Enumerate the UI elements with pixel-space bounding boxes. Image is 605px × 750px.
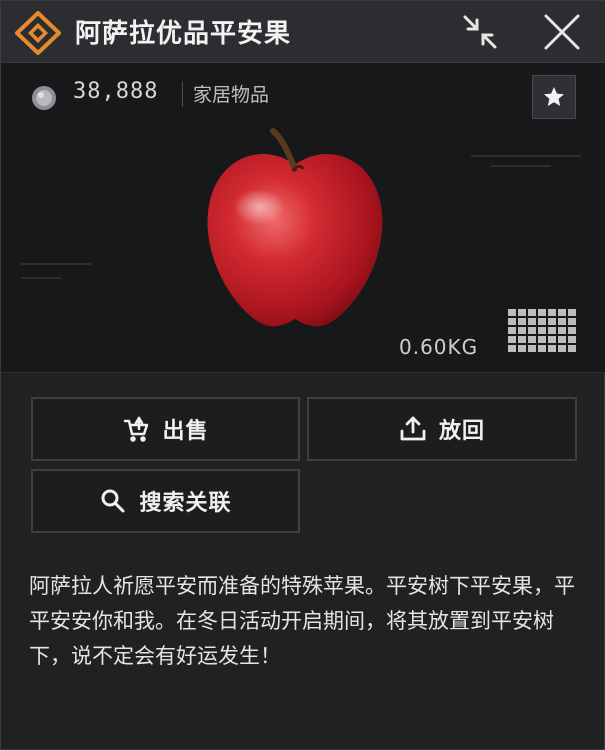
grid-cell (518, 327, 526, 334)
decorative-line (471, 155, 581, 157)
grid-cell (548, 327, 556, 334)
return-label: 放回 (438, 419, 485, 444)
grid-cell (558, 309, 566, 316)
grid-cell (568, 327, 576, 334)
item-title: 阿萨拉优品平安果 (75, 19, 292, 49)
grid-size-icon (508, 309, 576, 352)
grid-cell (538, 345, 546, 352)
grid-cell (508, 318, 516, 325)
grid-cell (538, 309, 546, 316)
search-related-label: 搜索关联 (139, 491, 232, 516)
grid-cell (548, 318, 556, 325)
item-category: 家居物品 (193, 84, 270, 106)
item-preview-area: 38,888 家居物品 0.60KG (1, 63, 605, 373)
grid-cell (518, 345, 526, 352)
upload-icon (400, 416, 426, 441)
grid-cell (568, 345, 576, 352)
grid-cell (548, 309, 556, 316)
grid-cell (548, 336, 556, 343)
grid-cell (538, 336, 546, 343)
decorative-line (21, 277, 61, 279)
grid-cell (558, 327, 566, 334)
sell-icon (124, 416, 149, 442)
grid-cell (508, 327, 516, 334)
search-icon (101, 489, 125, 513)
coin-icon (32, 86, 56, 110)
grid-cell (538, 318, 546, 325)
grid-cell (518, 309, 526, 316)
grid-cell (558, 336, 566, 343)
grid-cell (528, 336, 536, 343)
grid-cell (568, 318, 576, 325)
grid-cell (508, 345, 516, 352)
grid-cell (528, 345, 536, 352)
grid-cell (508, 309, 516, 316)
decorative-line (21, 263, 91, 265)
sell-button[interactable]: 出售 (31, 397, 300, 461)
collapse-arrows-icon[interactable] (459, 11, 501, 53)
grid-cell (518, 336, 526, 343)
diamond-logo-icon (15, 11, 61, 55)
item-detail-panel: 阿萨拉优品平安果 38,888 家居物品 0.60KG 出售 放回 搜索关联 阿… (0, 0, 605, 750)
grid-cell (568, 309, 576, 316)
grid-cell (558, 318, 566, 325)
grid-cell (528, 327, 536, 334)
grid-cell (528, 318, 536, 325)
item-price: 38,888 (73, 79, 159, 104)
decorative-line (491, 165, 551, 167)
panel-header: 阿萨拉优品平安果 (1, 1, 605, 63)
grid-cell (518, 318, 526, 325)
divider (182, 81, 183, 107)
grid-cell (528, 309, 536, 316)
return-button[interactable]: 放回 (307, 397, 577, 461)
close-icon[interactable] (541, 11, 583, 53)
search-related-button[interactable]: 搜索关联 (31, 469, 300, 533)
grid-cell (538, 327, 546, 334)
sell-label: 出售 (162, 419, 209, 444)
apple-image (207, 128, 383, 327)
star-icon (544, 87, 564, 106)
grid-cell (548, 345, 556, 352)
grid-cell (508, 336, 516, 343)
grid-cell (568, 336, 576, 343)
item-weight: 0.60KG (399, 335, 479, 359)
item-description: 阿萨拉人祈愿平安而准备的特殊苹果。平安树下平安果，平平安安你和我。在冬日活动开启… (29, 574, 575, 668)
grid-cell (558, 345, 566, 352)
favorite-button[interactable] (532, 75, 576, 119)
